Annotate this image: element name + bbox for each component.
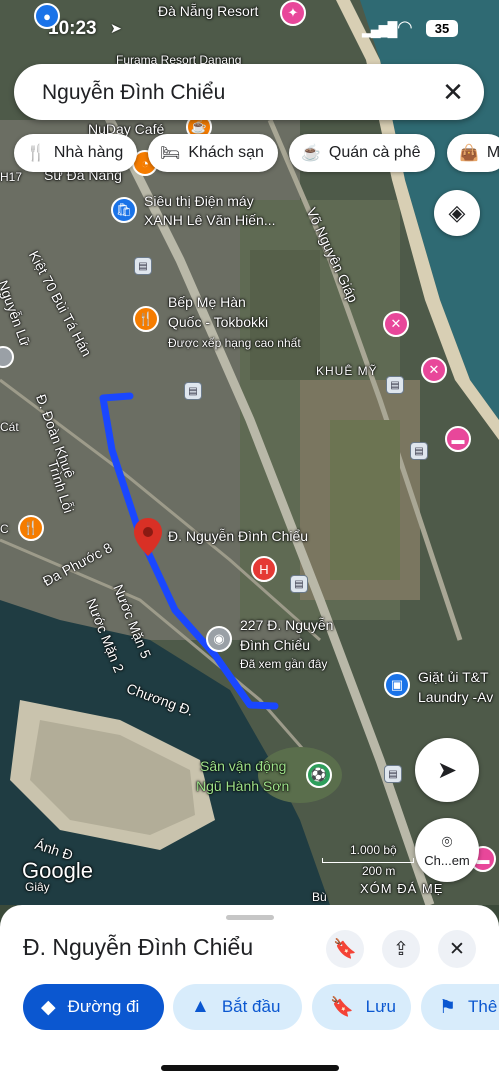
poi-label[interactable]: Ngũ Hành Sơn: [196, 778, 289, 795]
save-icon-button[interactable]: 🔖: [326, 930, 364, 968]
poi-sublabel: Được xếp hạng cao nhất: [168, 336, 301, 350]
chip-shopping[interactable]: 👜 M: [447, 134, 499, 172]
my-location-button[interactable]: ➤: [415, 738, 479, 802]
action-label: Đường đi: [67, 997, 140, 1016]
poi-label[interactable]: Bếp Mẹ Hàn: [168, 294, 246, 311]
attraction-icon[interactable]: ✕: [383, 311, 409, 337]
place-title: Đ. Nguyễn Đình Chiểu: [23, 934, 254, 960]
coffee-icon: ☕: [301, 145, 321, 162]
poi-label[interactable]: Laundry -Av: [418, 689, 493, 706]
chip-label: Khách sạn: [188, 144, 264, 161]
scale-bar: [322, 858, 414, 863]
poi-label[interactable]: Giặt ủi T&T: [418, 669, 489, 686]
chip-restaurants[interactable]: 🍴 Nhà hàng: [14, 134, 138, 172]
bus-stop-icon[interactable]: ▤: [184, 382, 202, 400]
hospital-icon[interactable]: H: [251, 556, 277, 582]
shopping-bag-icon: 👜: [459, 145, 479, 162]
bus-stop-icon[interactable]: ▤: [290, 575, 308, 593]
area-label: XÓM ĐÁ MẸ: [360, 881, 444, 896]
close-icon: ✕: [449, 938, 465, 960]
poi-label: C: [0, 522, 9, 536]
start-button[interactable]: ▲ Bắt đầu: [173, 984, 302, 1030]
hotel-icon[interactable]: ▬: [445, 426, 471, 452]
poi-label[interactable]: Sân vận động: [200, 758, 286, 775]
search-query[interactable]: Nguyễn Đình Chiểu: [42, 81, 225, 105]
attraction-icon[interactable]: ✦: [280, 0, 306, 26]
chip-label: Nhà hàng: [53, 144, 124, 161]
check-in-button[interactable]: ⌾ Ch...em: [415, 818, 479, 882]
navigation-icon: ▲: [191, 996, 210, 1017]
home-indicator[interactable]: [161, 1065, 339, 1071]
drag-handle[interactable]: [226, 915, 274, 920]
wifi-icon: ◠: [397, 17, 413, 37]
shopping-icon[interactable]: 🛍: [111, 197, 137, 223]
history-place-icon[interactable]: ◉: [206, 626, 232, 652]
action-label: Thê: [468, 997, 498, 1016]
map-view[interactable]: 10:23 ➤ ▂▄▆█ ◠ 35 Đà Nẵng Resort Furama …: [0, 0, 499, 905]
directions-icon: ◆: [41, 996, 56, 1018]
restaurant-icon: 🍴: [26, 145, 46, 162]
selected-place-pin-icon[interactable]: [133, 517, 163, 557]
road-label: Giây: [25, 880, 50, 894]
poi-label[interactable]: Siêu thị Điện máy: [144, 193, 254, 210]
scale-feet: 1.000 bộ: [350, 843, 397, 857]
selected-place-label[interactable]: Đ. Nguyễn Đình Chiểu: [168, 528, 308, 545]
chip-label: Quán cà phê: [328, 144, 421, 161]
layers-icon: ◈: [448, 200, 466, 225]
scale-meters: 200 m: [362, 864, 396, 878]
save-button[interactable]: 🔖 Lưu: [312, 984, 411, 1030]
navigation-arrow-icon: ➤: [436, 756, 458, 784]
bookmark-icon: 🔖: [333, 939, 357, 960]
layers-button[interactable]: ◈: [434, 190, 480, 236]
bus-stop-icon[interactable]: ▤: [384, 765, 402, 783]
road-label: H17: [0, 170, 23, 184]
location-arrow-icon: ➤: [110, 20, 122, 36]
battery-icon: 35: [426, 20, 458, 37]
close-button[interactable]: ✕: [438, 930, 476, 968]
bus-stop-icon[interactable]: ▤: [134, 257, 152, 275]
road-label: Cát: [0, 420, 19, 434]
flag-icon: ⚑: [439, 996, 457, 1018]
area-label: KHUÊ MỸ: [316, 364, 378, 378]
restaurant-icon[interactable]: 🍴: [133, 306, 159, 332]
poi-label[interactable]: Đà Nẵng Resort: [158, 3, 258, 20]
action-label: Bắt đầu: [221, 997, 281, 1016]
action-label: Lưu: [365, 997, 396, 1016]
chip-cafes[interactable]: ☕ Quán cà phê: [289, 134, 435, 172]
share-button[interactable]: ⇪: [382, 930, 420, 968]
bus-stop-icon[interactable]: ▤: [386, 376, 404, 394]
restaurant-icon[interactable]: 🍴: [18, 515, 44, 541]
bookmark-icon: 🔖: [330, 997, 354, 1018]
road-label: Bù: [312, 890, 327, 904]
poi-label[interactable]: 227 Đ. Nguyễn: [240, 617, 333, 634]
add-label-button[interactable]: ⚑ Thê: [421, 984, 499, 1030]
bus-stop-icon[interactable]: ▤: [410, 442, 428, 460]
search-bar[interactable]: Nguyễn Đình Chiểu ✕: [14, 64, 484, 120]
shopping-icon[interactable]: ▣: [384, 672, 410, 698]
camera-icon: ⌾: [441, 832, 453, 852]
signal-icon: ▂▄▆█: [362, 21, 397, 37]
chip-label: M: [486, 144, 499, 161]
battery-level: 35: [434, 21, 450, 36]
poi-sublabel: Đã xem gần đây: [240, 657, 328, 671]
stadium-icon[interactable]: ⚽: [306, 762, 332, 788]
share-icon: ⇪: [393, 938, 409, 960]
hotel-icon: 🛏: [160, 145, 181, 162]
close-icon[interactable]: ✕: [438, 77, 468, 107]
poi-label[interactable]: Quốc - Tokbokki: [168, 314, 268, 331]
check-in-label: Ch...em: [424, 853, 470, 868]
attraction-icon[interactable]: ✕: [421, 357, 447, 383]
place-sheet[interactable]: Đ. Nguyễn Đình Chiểu 🔖 ⇪ ✕ ◆ Đường đi ▲ …: [0, 905, 499, 1080]
chip-hotels[interactable]: 🛏 Khách sạn: [148, 134, 278, 172]
directions-button[interactable]: ◆ Đường đi: [23, 984, 164, 1030]
poi-label[interactable]: XANH Lê Văn Hiến...: [144, 212, 276, 229]
poi-label[interactable]: Đình Chiểu: [240, 637, 310, 654]
pin-icon[interactable]: ●: [34, 3, 60, 29]
